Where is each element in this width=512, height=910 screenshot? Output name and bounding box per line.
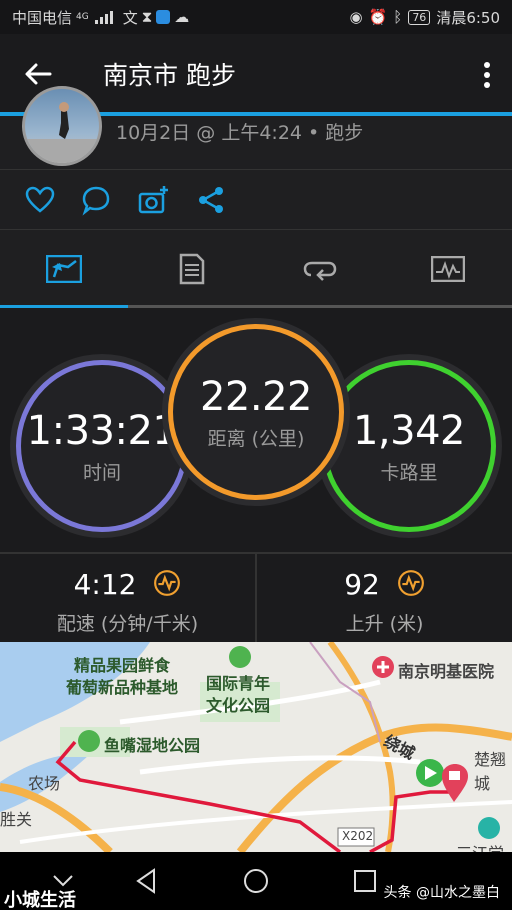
tab-laps[interactable]	[256, 230, 384, 308]
ascent-value: 92	[344, 568, 380, 601]
action-row	[0, 170, 512, 230]
repeat-loop-icon	[303, 261, 337, 281]
cloud-icon: ☁	[174, 8, 190, 26]
distance-value: 22.22	[199, 373, 313, 420]
pace-metric: 4:12 配速 (分钟/千米)	[0, 554, 255, 644]
activity-subtitle: 10月2日 @ 上午4:24 • 跑步	[116, 122, 364, 144]
distance-ring: 22.22 距离 (公里)	[168, 324, 344, 500]
hourglass-icon: ⧗	[141, 8, 153, 26]
map-label-hospital: 南京明基医院	[398, 662, 495, 681]
map-flag-icon	[46, 255, 82, 283]
map-label-farm: 农场	[28, 774, 61, 793]
chart-pulse-icon	[431, 256, 465, 282]
park-icon	[229, 646, 251, 668]
signal-icon	[94, 10, 113, 24]
metrics-row: 4:12 配速 (分钟/千米) 92 上升 (米)	[0, 552, 512, 644]
battery-icon: 76	[408, 9, 431, 25]
app-notify-icon	[156, 10, 171, 24]
map-label-chuqiao: 楚翘城	[474, 750, 507, 793]
school-icon	[478, 817, 500, 839]
add-photo-icon[interactable]	[137, 184, 169, 216]
stats-panel: 1:33:21 时间 1,342 卡路里 22.22 距离 (公里)	[0, 308, 512, 552]
map-label-sanjiang: 三江学院	[456, 840, 512, 852]
map-label-youth-park: 国际青年	[206, 674, 271, 693]
bluetooth-icon: ᛒ	[393, 8, 403, 26]
map-label-orchard: 精品果园鲜食	[74, 656, 171, 675]
route-map[interactable]: 精品果园鲜食 葡萄新品种基地 国际青年 文化公园 鱼嘴湿地公园 南京明基医院 绕…	[0, 642, 512, 852]
document-icon	[179, 253, 205, 285]
tab-details[interactable]	[128, 230, 256, 308]
status-bar: 中国电信 4G 文 ⧗ ☁ ◉ ⏰ ᛒ 76 清晨6:50	[0, 0, 512, 34]
finish-marker-icon	[442, 764, 468, 802]
nav-back-icon[interactable]	[132, 866, 162, 896]
time-label: 时间	[82, 461, 121, 484]
ascent-metric: 92 上升 (米)	[257, 554, 512, 644]
carrier-label: 中国电信	[12, 8, 73, 27]
share-icon[interactable]	[195, 184, 227, 216]
map-label-wetland-park: 鱼嘴湿地公园	[104, 736, 201, 755]
like-heart-icon[interactable]	[24, 184, 56, 216]
notification-icon: 文	[122, 8, 138, 27]
clock-label: 清晨6:50	[436, 8, 500, 27]
activity-header: 10月2日 @ 上午4:24 • 跑步	[0, 86, 512, 170]
pace-value: 4:12	[73, 568, 137, 601]
alarm-icon: ⏰	[368, 8, 388, 26]
back-arrow-icon[interactable]	[22, 58, 54, 90]
network-label: 4G	[76, 12, 89, 22]
map-label-shengguan: 胜关	[0, 810, 33, 829]
watermark-left: 小城生活	[4, 890, 76, 910]
map-label-youth-park-2: 文化公园	[206, 696, 271, 715]
more-options-icon[interactable]	[480, 60, 494, 90]
activity-photo[interactable]	[22, 86, 102, 166]
tab-bar	[0, 230, 512, 308]
distance-label: 距离 (公里)	[207, 427, 305, 450]
runner-photo-icon	[25, 102, 99, 163]
calories-label: 卡路里	[380, 461, 438, 484]
time-value: 1:33:21	[26, 407, 178, 454]
pace-trend-icon[interactable]	[153, 569, 181, 597]
comment-icon[interactable]	[80, 184, 112, 216]
tab-overview[interactable]	[0, 230, 128, 308]
calories-ring: 1,342 卡路里	[322, 360, 496, 532]
tab-charts[interactable]	[384, 230, 512, 308]
watermark-right: 头条 @山水之墨白	[383, 885, 500, 901]
calories-value: 1,342	[352, 407, 466, 454]
park-icon	[78, 730, 100, 752]
nav-recents-icon[interactable]	[350, 866, 380, 896]
pace-label: 配速 (分钟/千米)	[56, 613, 199, 635]
time-ring: 1:33:21 时间	[16, 360, 188, 532]
ascent-label: 上升 (米)	[345, 613, 424, 635]
eye-icon: ◉	[349, 8, 363, 26]
map-label-orchard-2: 葡萄新品种基地	[66, 678, 179, 697]
nav-home-icon[interactable]	[241, 866, 271, 896]
ascent-trend-icon[interactable]	[397, 569, 425, 597]
map-label-road-code: X202	[342, 829, 374, 843]
page-title: 南京市 跑步	[103, 61, 236, 90]
